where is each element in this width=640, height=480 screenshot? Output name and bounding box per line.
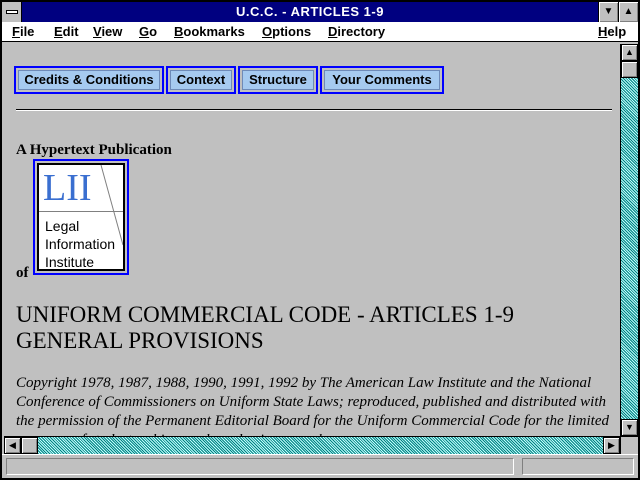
minimize-button[interactable]: ▼: [598, 2, 618, 22]
scroll-right-icon: ▶: [608, 440, 615, 450]
status-progress-panel: [522, 458, 634, 475]
credits-conditions-label: Credits & Conditions: [18, 70, 160, 90]
of-label: of: [16, 265, 29, 281]
lii-logo-text: Legal Information Institute: [45, 217, 115, 271]
lii-logo-letters: LII: [43, 167, 92, 209]
structure-button[interactable]: Structure: [238, 66, 318, 94]
menu-view[interactable]: View: [93, 24, 122, 39]
system-menu-button[interactable]: [2, 2, 22, 22]
system-menu-icon: [6, 10, 18, 14]
horizontal-rule: [16, 109, 612, 111]
hypertext-publication-label: A Hypertext Publication: [16, 142, 172, 158]
menu-go[interactable]: Go: [139, 24, 157, 39]
menu-directory[interactable]: Directory: [328, 24, 385, 39]
horizontal-scrollbar[interactable]: ◀ ▶: [4, 436, 620, 454]
context-label: Context: [170, 70, 232, 90]
status-message-panel: [6, 458, 514, 475]
lii-logo: LII Legal Information Institute: [37, 163, 125, 271]
logo-line-information: Information: [45, 236, 116, 252]
scroll-down-icon: ▼: [625, 422, 634, 432]
logo-divider: [39, 211, 123, 212]
scrollbar-corner: [620, 436, 638, 454]
menu-bookmarks[interactable]: Bookmarks: [174, 24, 245, 39]
title-bar: U.C.C. - ARTICLES 1-9 ▼ ▲: [2, 2, 638, 22]
status-bar: [2, 454, 638, 478]
maximize-button[interactable]: ▲: [618, 2, 638, 22]
maximize-icon: ▲: [623, 6, 634, 17]
horizontal-scroll-thumb[interactable]: [21, 437, 38, 454]
scroll-left-icon: ◀: [9, 440, 16, 450]
window-title: U.C.C. - ARTICLES 1-9: [236, 4, 384, 19]
copyright-paragraph: Copyright 1978, 1987, 1988, 1990, 1991, …: [16, 375, 610, 436]
structure-label: Structure: [242, 70, 314, 90]
heading-line-2: GENERAL PROVISIONS: [16, 328, 264, 353]
lii-logo-link[interactable]: LII Legal Information Institute: [33, 159, 129, 275]
scroll-right-button[interactable]: ▶: [603, 437, 620, 454]
scroll-left-button[interactable]: ◀: [4, 437, 21, 454]
scroll-up-button[interactable]: ▲: [621, 44, 638, 61]
document-view: Credits & Conditions Context Structure Y…: [4, 44, 618, 436]
menu-help[interactable]: Help: [598, 24, 626, 39]
page-heading: UNIFORM COMMERCIAL CODE - ARTICLES 1-9 G…: [16, 302, 612, 354]
heading-line-1: UNIFORM COMMERCIAL CODE - ARTICLES 1-9: [16, 302, 515, 327]
your-comments-label: Your Comments: [324, 70, 440, 90]
menu-file[interactable]: File: [12, 24, 34, 39]
minimize-icon: ▼: [603, 6, 614, 17]
menu-bar: File Edit View Go Bookmarks Options Dire…: [2, 22, 638, 42]
context-button[interactable]: Context: [166, 66, 236, 94]
browser-window: U.C.C. - ARTICLES 1-9 ▼ ▲ File Edit View…: [0, 0, 640, 480]
logo-line-legal: Legal: [45, 218, 80, 234]
scroll-down-button[interactable]: ▼: [621, 419, 638, 436]
scroll-up-icon: ▲: [625, 47, 634, 57]
vertical-scroll-thumb[interactable]: [621, 61, 638, 78]
your-comments-button[interactable]: Your Comments: [320, 66, 444, 94]
credits-conditions-button[interactable]: Credits & Conditions: [14, 66, 164, 94]
logo-line-institute: Institute: [45, 254, 95, 270]
menu-options[interactable]: Options: [262, 24, 311, 39]
vertical-scrollbar[interactable]: ▲ ▼: [620, 44, 638, 436]
menu-edit[interactable]: Edit: [54, 24, 79, 39]
